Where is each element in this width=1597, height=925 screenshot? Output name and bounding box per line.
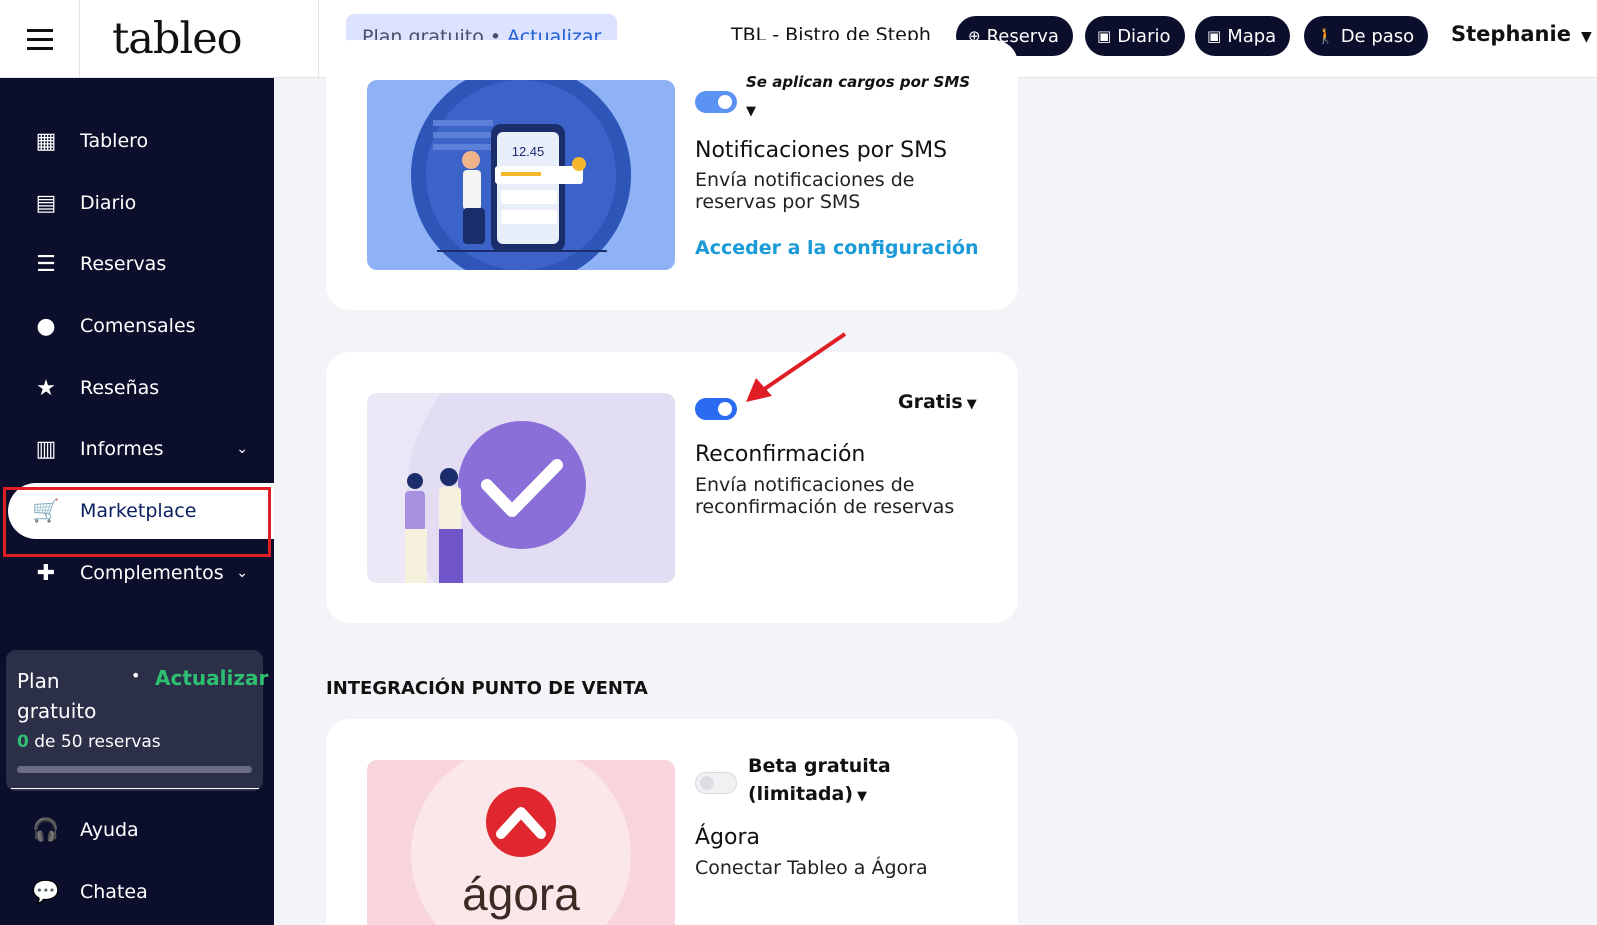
card-description: Conectar Tableo a Ágora	[695, 857, 928, 879]
price-label: Beta gratuita	[748, 755, 891, 777]
reconfirmation-toggle[interactable]	[695, 398, 737, 420]
list-icon: ☰	[36, 251, 56, 277]
sidebar-item-label: Reseñas	[80, 377, 160, 399]
bar-chart-icon: ▥	[35, 436, 57, 462]
user-menu[interactable]: Stephanie ▼	[1451, 22, 1592, 46]
sidebar-item-label: Informes	[80, 438, 164, 460]
agora-illustration: ágora	[367, 760, 675, 925]
sms-notifications-card: 12.45 Se aplican cargos por SMS ▼ Notifi…	[326, 40, 1018, 310]
count-text: de 50 reservas	[34, 732, 161, 752]
sms-price-label[interactable]: Se aplican cargos por SMS	[746, 73, 970, 91]
headset-icon: 🎧	[32, 817, 60, 843]
puzzle-icon: ✚	[36, 560, 56, 586]
sidebar-item-comensales[interactable]: ● Comensales	[0, 298, 274, 354]
caret-down-icon: ▼	[966, 397, 977, 412]
reconfirmation-card: Gratis ▼ Reconfirmación Envía notificacio…	[326, 352, 1018, 623]
sidebar-item-resenas[interactable]: ★ Reseñas	[0, 360, 274, 416]
price-dropdown[interactable]: Beta gratuita (limitada) ▼	[748, 755, 891, 805]
dashboard-icon: ▦	[35, 128, 57, 154]
illustration-time: 12.45	[512, 144, 545, 159]
section-title: INTEGRACIÓN PUNTO DE VENTA	[326, 678, 648, 699]
button-label: De paso	[1340, 25, 1415, 47]
button-label: Diario	[1117, 25, 1171, 47]
reconfirmation-illustration	[367, 393, 675, 583]
walking-icon: 🚶	[1316, 27, 1335, 45]
highlight-annotation	[3, 487, 271, 557]
annotation-arrow	[746, 332, 847, 402]
separator-dot: •	[131, 666, 141, 685]
settings-link[interactable]: Acceder a la configuración	[695, 237, 979, 259]
sidebar-item-chatea[interactable]: 💬 Chatea	[0, 864, 274, 920]
count-used: 0	[17, 732, 29, 752]
plan-name: Plan gratuito	[17, 669, 97, 723]
sidebar-item-ayuda[interactable]: 🎧 Ayuda	[0, 802, 274, 858]
caret-down-icon: ▼	[857, 789, 868, 804]
book-icon: ▤	[35, 190, 57, 216]
logo[interactable]: tableo	[112, 14, 243, 64]
divider	[318, 0, 319, 78]
chevron-down-icon: ⌄	[236, 565, 248, 581]
agora-logo-text: ágora	[462, 868, 580, 920]
agora-toggle[interactable]	[695, 772, 737, 794]
map-button[interactable]: ▣ Mapa	[1195, 16, 1291, 56]
menu-icon[interactable]	[0, 0, 80, 78]
price-label: (limitada)	[748, 783, 854, 805]
card-title: Ágora	[695, 825, 761, 850]
sidebar-item-label: Reservas	[80, 253, 167, 275]
upgrade-link[interactable]: Actualizar	[155, 666, 268, 690]
price-dropdown[interactable]: Gratis ▼	[898, 391, 977, 413]
reservation-count: 0 de 50 reservas	[17, 732, 161, 752]
star-icon: ★	[36, 375, 56, 401]
sms-illustration: 12.45	[367, 80, 675, 270]
card-description: Envía notificaciones de	[695, 474, 915, 496]
chevron-down-icon: ⌄	[236, 441, 248, 457]
button-label: Mapa	[1227, 25, 1277, 47]
chevron-down-icon: ▼	[1580, 29, 1592, 45]
sidebar-item-label: Diario	[80, 192, 137, 214]
user-name: Stephanie	[1451, 22, 1571, 46]
divider	[11, 788, 259, 789]
card-description: reconfirmación de reservas	[695, 496, 955, 518]
calendar-icon: ▣	[1207, 27, 1222, 45]
card-description: Envía notificaciones de	[695, 169, 915, 191]
sidebar-item-reservas[interactable]: ☰ Reservas	[0, 236, 274, 292]
sidebar-item-informes[interactable]: ▥ Informes ⌄	[0, 421, 274, 477]
sidebar-item-label: Chatea	[80, 881, 148, 903]
walk-in-button[interactable]: 🚶 De paso	[1304, 16, 1429, 56]
plan-card: Plan gratuito • Actualizar 0 de 50 reser…	[6, 650, 268, 791]
card-title: Reconfirmación	[695, 442, 866, 467]
usage-progress-bar	[17, 766, 252, 773]
sidebar-item-diario[interactable]: ▤ Diario	[0, 175, 274, 231]
person-icon: ●	[36, 313, 56, 339]
price-label: Gratis	[898, 391, 963, 413]
agora-card: ágora Beta gratuita (limitada) ▼ Ágora Co…	[326, 719, 1018, 925]
sidebar-item-label: Ayuda	[80, 819, 139, 841]
diary-button[interactable]: ▣ Diario	[1085, 16, 1185, 56]
sidebar-item-label: Complementos	[80, 562, 224, 584]
card-description: reservas por SMS	[695, 191, 861, 213]
calendar-icon: ▣	[1097, 27, 1112, 45]
sidebar-item-label: Comensales	[80, 315, 196, 337]
caret-down-icon[interactable]: ▼	[746, 104, 756, 119]
sidebar-item-tablero[interactable]: ▦ Tablero	[0, 113, 274, 169]
sms-toggle[interactable]	[695, 91, 737, 113]
card-title: Notificaciones por SMS	[695, 138, 948, 163]
sidebar-item-label: Tablero	[80, 130, 149, 152]
chat-icon: 💬	[32, 879, 60, 905]
